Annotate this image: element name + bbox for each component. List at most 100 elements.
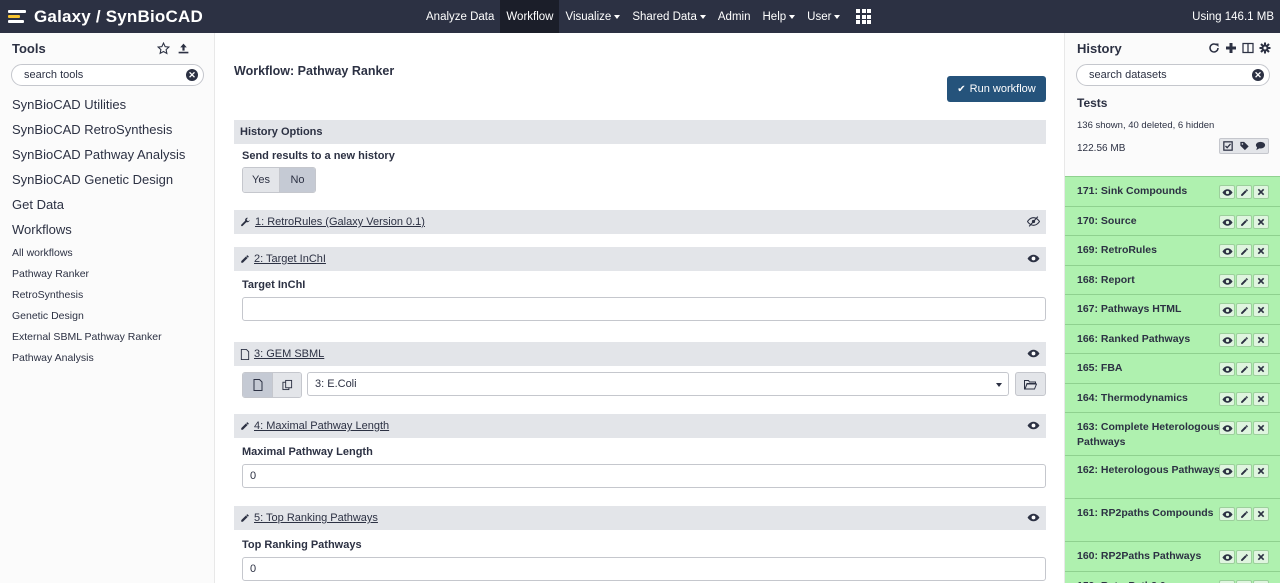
pencil-icon[interactable] — [1236, 507, 1252, 521]
eye-icon[interactable] — [1219, 464, 1235, 478]
dataset-item[interactable]: 169: RetroRules — [1065, 235, 1280, 265]
workflow-link-pathway-analysis[interactable]: Pathway Analysis — [12, 352, 94, 364]
eye-icon[interactable] — [1027, 252, 1040, 265]
dataset-item[interactable]: 171: Sink Compounds — [1065, 176, 1280, 206]
tool-section-get-data[interactable]: Get Data — [12, 197, 64, 212]
dataset-title[interactable]: 165: FBA — [1077, 361, 1223, 376]
dataset-item[interactable]: 170: Source — [1065, 206, 1280, 235]
step-2-title[interactable]: 2: Target InChI — [254, 253, 326, 265]
eye-icon[interactable] — [1219, 550, 1235, 564]
select-checkbox-icon[interactable] — [1220, 139, 1236, 153]
eye-icon[interactable] — [1027, 347, 1040, 360]
pencil-icon[interactable] — [1236, 362, 1252, 376]
pencil-icon[interactable] — [1236, 185, 1252, 199]
multiple-datasets-button[interactable] — [272, 373, 301, 397]
eye-icon[interactable] — [1219, 185, 1235, 199]
workflow-link-retrosynthesis[interactable]: RetroSynthesis — [12, 289, 83, 301]
dataset-title[interactable]: 169: RetroRules — [1077, 243, 1223, 258]
delete-x-icon[interactable] — [1253, 303, 1269, 317]
refresh-icon[interactable] — [1207, 41, 1221, 55]
browse-datasets-button[interactable] — [1015, 372, 1046, 396]
dataset-title[interactable]: 168: Report — [1077, 273, 1223, 288]
dataset-item[interactable]: 159: RetroPath2.0 — [1065, 571, 1280, 583]
new-history-no-button[interactable]: No — [279, 168, 315, 192]
delete-x-icon[interactable] — [1253, 421, 1269, 435]
delete-x-icon[interactable] — [1253, 274, 1269, 288]
tags-icon[interactable] — [1236, 139, 1252, 153]
dataset-item[interactable]: 161: RP2paths Compounds — [1065, 498, 1280, 541]
workflow-link-genetic-design[interactable]: Genetic Design — [12, 310, 84, 322]
gem-sbml-select[interactable]: 3: E.Coli — [307, 372, 1009, 396]
dataset-item[interactable]: 160: RP2Paths Pathways — [1065, 541, 1280, 571]
brand-link[interactable]: Galaxy / SynBioCAD — [8, 0, 203, 33]
eye-icon[interactable] — [1027, 419, 1040, 432]
tool-section-utilities[interactable]: SynBioCAD Utilities — [12, 97, 126, 112]
step-5-title[interactable]: 5: Top Ranking Pathways — [254, 512, 378, 524]
dataset-title[interactable]: 159: RetroPath2.0 — [1077, 579, 1223, 583]
dataset-title[interactable]: 163: Complete Heterologous Pathways — [1077, 420, 1223, 450]
step-3-title[interactable]: 3: GEM SBML — [254, 348, 324, 360]
new-history-yes-button[interactable]: Yes — [243, 168, 279, 192]
workflow-link-external-sbml[interactable]: External SBML Pathway Ranker — [12, 331, 162, 343]
pencil-icon[interactable] — [1236, 274, 1252, 288]
pencil-icon[interactable] — [1236, 392, 1252, 406]
delete-x-icon[interactable] — [1253, 362, 1269, 376]
delete-x-icon[interactable] — [1253, 244, 1269, 258]
tool-section-genetic-design[interactable]: SynBioCAD Genetic Design — [12, 172, 173, 187]
pencil-icon[interactable] — [1236, 464, 1252, 478]
nav-user[interactable]: User — [801, 0, 846, 33]
dataset-item[interactable]: 166: Ranked Pathways — [1065, 324, 1280, 353]
single-dataset-button[interactable] — [243, 373, 272, 397]
eye-icon[interactable] — [1219, 303, 1235, 317]
dataset-search-input[interactable]: search datasets ✕ — [1076, 64, 1270, 86]
pencil-icon[interactable] — [1236, 550, 1252, 564]
delete-x-icon[interactable] — [1253, 550, 1269, 564]
pencil-icon[interactable] — [1236, 333, 1252, 347]
history-name[interactable]: Tests — [1077, 96, 1107, 110]
workflow-link-all[interactable]: All workflows — [12, 247, 73, 259]
dataset-title[interactable]: 171: Sink Compounds — [1077, 184, 1223, 199]
dataset-title[interactable]: 161: RP2paths Compounds — [1077, 506, 1223, 521]
gear-icon[interactable] — [1258, 41, 1272, 55]
delete-x-icon[interactable] — [1253, 215, 1269, 229]
target-inchi-input[interactable] — [242, 297, 1046, 321]
dataset-title[interactable]: 167: Pathways HTML — [1077, 302, 1223, 317]
nav-apps-grid[interactable] — [846, 0, 881, 33]
nav-analyze-data[interactable]: Analyze Data — [420, 0, 500, 33]
nav-visualize[interactable]: Visualize — [559, 0, 626, 33]
dataset-title[interactable]: 160: RP2Paths Pathways — [1077, 549, 1223, 564]
delete-x-icon[interactable] — [1253, 333, 1269, 347]
top-ranking-pathways-input[interactable]: 0 — [242, 557, 1046, 581]
tool-section-workflows[interactable]: Workflows — [12, 222, 72, 237]
dataset-item[interactable]: 164: Thermodynamics — [1065, 383, 1280, 412]
clear-search-icon[interactable]: ✕ — [186, 69, 198, 81]
multiview-columns-icon[interactable] — [1241, 41, 1255, 55]
step-3-header[interactable]: 3: GEM SBML — [234, 342, 1046, 366]
dataset-item[interactable]: 168: Report — [1065, 265, 1280, 294]
dataset-item[interactable]: 163: Complete Heterologous Pathways — [1065, 412, 1280, 455]
delete-x-icon[interactable] — [1253, 185, 1269, 199]
eye-slash-icon[interactable] — [1027, 215, 1040, 228]
dataset-item[interactable]: 165: FBA — [1065, 353, 1280, 383]
pencil-icon[interactable] — [1236, 303, 1252, 317]
eye-icon[interactable] — [1219, 392, 1235, 406]
nav-shared-data[interactable]: Shared Data — [626, 0, 712, 33]
delete-x-icon[interactable] — [1253, 392, 1269, 406]
run-workflow-button[interactable]: ✔ Run workflow — [947, 76, 1046, 102]
eye-icon[interactable] — [1219, 333, 1235, 347]
step-2-header[interactable]: 2: Target InChI — [234, 247, 1046, 271]
clear-search-icon[interactable]: ✕ — [1252, 69, 1264, 81]
step-4-header[interactable]: 4: Maximal Pathway Length — [234, 414, 1046, 438]
step-1-title[interactable]: 1: RetroRules (Galaxy Version 0.1) — [255, 216, 425, 228]
pencil-icon[interactable] — [1236, 244, 1252, 258]
workflow-link-pathway-ranker[interactable]: Pathway Ranker — [12, 268, 89, 280]
delete-x-icon[interactable] — [1253, 464, 1269, 478]
step-1-header[interactable]: 1: RetroRules (Galaxy Version 0.1) — [234, 210, 1046, 234]
tool-section-pathway-analysis[interactable]: SynBioCAD Pathway Analysis — [12, 147, 185, 162]
dataset-title[interactable]: 170: Source — [1077, 214, 1223, 229]
nav-admin[interactable]: Admin — [712, 0, 757, 33]
step-4-title[interactable]: 4: Maximal Pathway Length — [254, 420, 389, 432]
upload-icon[interactable] — [176, 41, 190, 55]
favorites-star-icon[interactable] — [156, 41, 170, 55]
eye-icon[interactable] — [1219, 244, 1235, 258]
